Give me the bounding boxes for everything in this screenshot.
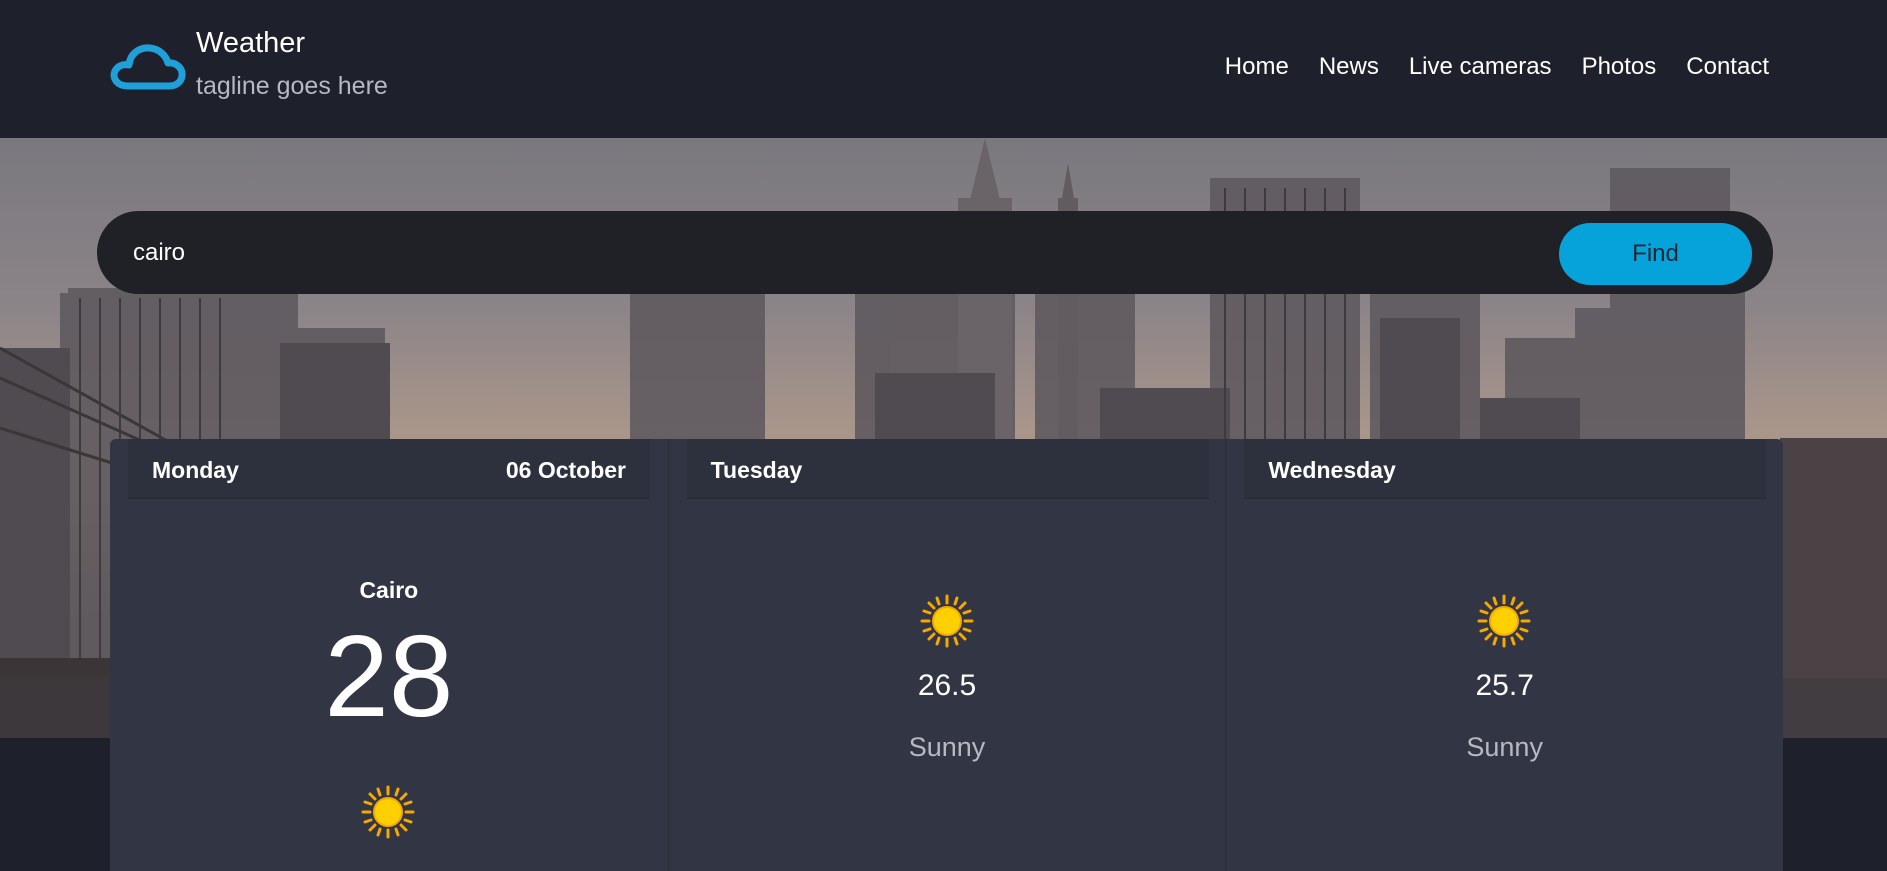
sun-icon: [361, 785, 415, 839]
weather-condition: Sunny: [908, 732, 986, 762]
forecast-card-tuesday: Tuesday 26.5 Sunny: [667, 439, 1226, 871]
forecast-panel: Monday 06 October Cairo 28 Tuesday 26.5 …: [110, 439, 1784, 871]
day-label: Wednesday: [1268, 457, 1396, 483]
card-header: Monday 06 October: [128, 439, 650, 499]
site-tagline: tagline goes here: [196, 72, 388, 100]
nav-item-photos[interactable]: Photos: [1582, 52, 1657, 82]
city-name: Cairo: [359, 577, 419, 603]
current-temperature: 28: [324, 611, 454, 741]
nav-item-news[interactable]: News: [1319, 52, 1379, 82]
search-bar: Find: [97, 211, 1773, 294]
nav-item-home[interactable]: Home: [1225, 52, 1289, 82]
cloud-icon: [110, 44, 186, 90]
forecast-card-wednesday: Wednesday 25.7 Sunny: [1225, 439, 1784, 871]
temperature: 26.5: [917, 669, 977, 702]
weather-condition: Sunny: [1466, 732, 1543, 762]
site-title[interactable]: Weather: [196, 26, 305, 60]
day-label: Monday: [152, 457, 239, 483]
main-nav: Home News Live cameras Photos Contact: [1225, 52, 1769, 82]
nav-item-contact[interactable]: Contact: [1686, 52, 1769, 82]
sun-icon: [1477, 594, 1531, 648]
nav-item-live-cameras[interactable]: Live cameras: [1409, 52, 1552, 82]
card-header: Tuesday: [686, 439, 1209, 499]
day-label: Tuesday: [710, 457, 803, 483]
forecast-card-today: Monday 06 October Cairo 28: [110, 439, 668, 871]
search-input[interactable]: [133, 231, 1583, 275]
card-header: Wednesday: [1244, 439, 1767, 499]
site-header: Weather tagline goes here Home News Live…: [0, 0, 1887, 138]
date-label: 06 October: [505, 457, 626, 483]
temperature: 25.7: [1475, 669, 1534, 702]
sun-icon: [920, 594, 974, 648]
find-button[interactable]: Find: [1559, 223, 1752, 285]
